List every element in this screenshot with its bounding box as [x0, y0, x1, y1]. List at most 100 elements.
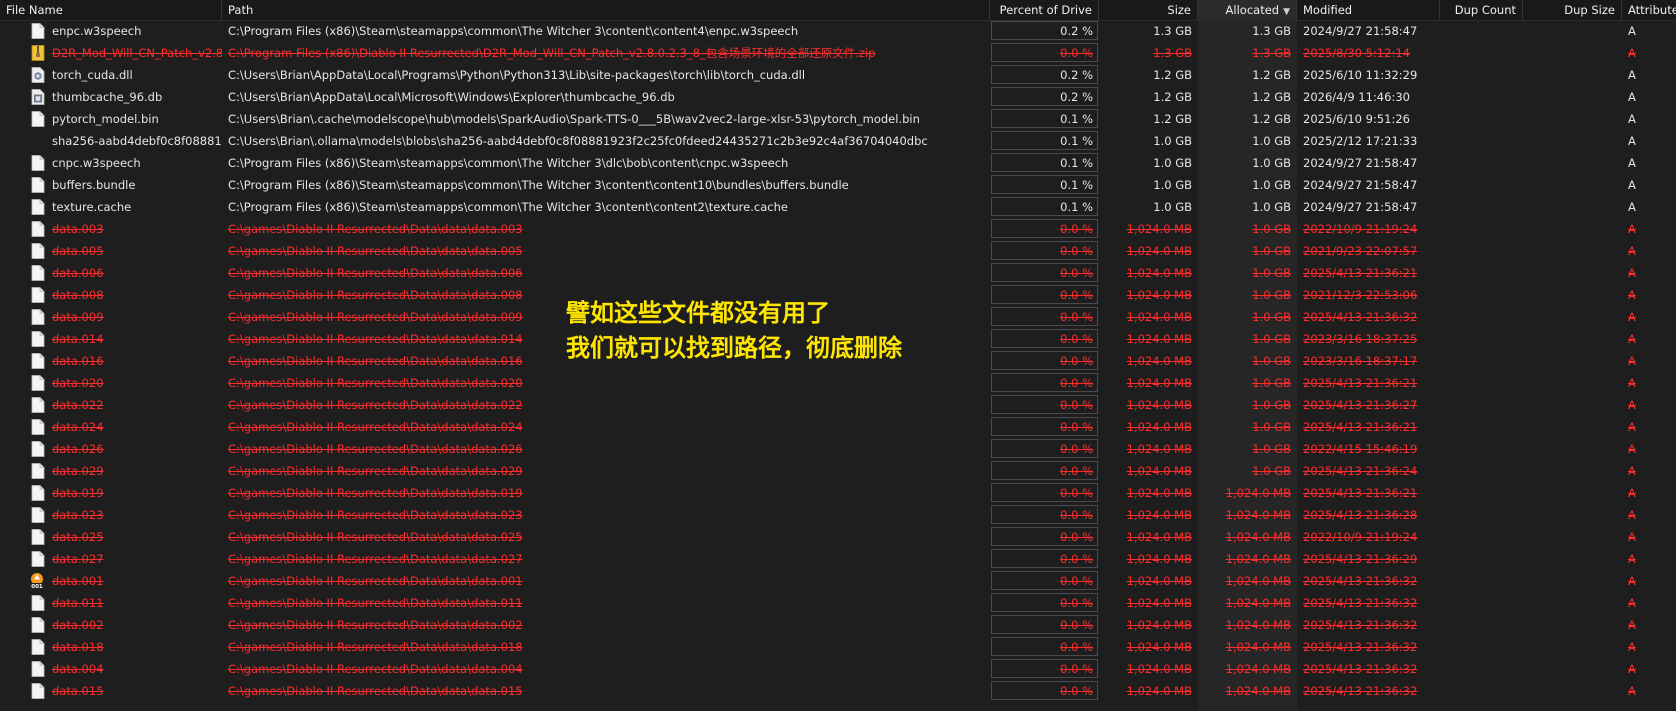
table-row[interactable]: data.008 C:\games\Diablo II Resurrected\D… [0, 284, 1676, 306]
cell-path: C:\Users\Brian\.cache\modelscope\hub\mod… [228, 112, 920, 126]
table-row[interactable]: sha256-aabd4debf0c8f0888192 C:\Users\Bria… [0, 130, 1676, 152]
cell-path: C:\games\Diablo II Resurrected\Data\data… [228, 552, 523, 566]
cell-pct: 0.0 % [1060, 596, 1093, 610]
cell-attr: A [1628, 266, 1636, 280]
cell-attr: A [1628, 332, 1636, 346]
table-row[interactable]: data.022 C:\games\Diablo II Resurrected\D… [0, 394, 1676, 416]
cell-name: data.029 [52, 464, 104, 478]
cell-pct: 0.0 % [1060, 684, 1093, 698]
cell-modified: 2025/4/13 21:36:32 [1303, 640, 1418, 654]
table-row[interactable]: pytorch_model.bin C:\Users\Brian\.cache\m… [0, 108, 1676, 130]
table-row[interactable]: data.003 C:\games\Diablo II Resurrected\D… [0, 218, 1676, 240]
column-header-file-name[interactable]: File Name [0, 0, 222, 20]
table-row[interactable]: D2R_Mod_Will_CN_Patch_v2.8. C:\Program Fi… [0, 42, 1676, 64]
cell-attr: A [1628, 486, 1636, 500]
column-header-path[interactable]: Path [222, 0, 990, 20]
cell-pct: 0.1 % [1060, 178, 1093, 192]
table-row[interactable]: 001 data.001 C:\games\Diablo II Resurrecte… [0, 570, 1676, 592]
cell-size: 1.2 GB [1153, 112, 1192, 126]
cell-pct: 0.0 % [1060, 46, 1093, 60]
file-icon [31, 23, 45, 39]
cell-pct: 0.0 % [1060, 442, 1093, 456]
cell-size: 1,024.0 MB [1126, 640, 1192, 654]
cell-attr: A [1628, 420, 1636, 434]
cell-name: data.001 [52, 574, 104, 588]
cell-modified: 2025/4/13 21:36:27 [1303, 398, 1418, 412]
file-icon [31, 111, 45, 127]
column-header-allocated[interactable]: Allocated ▼ [1198, 0, 1297, 20]
column-header-dup-count[interactable]: Dup Count [1440, 0, 1523, 20]
table-row[interactable]: data.006 C:\games\Diablo II Resurrected\D… [0, 262, 1676, 284]
cell-path: C:\Program Files (x86)\Steam\steamapps\c… [228, 156, 789, 170]
table-row[interactable]: data.004 C:\games\Diablo II Resurrected\D… [0, 658, 1676, 680]
table-row[interactable]: data.019 C:\games\Diablo II Resurrected\D… [0, 482, 1676, 504]
cell-modified: 2024/9/27 21:58:47 [1303, 156, 1418, 170]
cell-attr: A [1628, 464, 1636, 478]
cell-pct: 0.0 % [1060, 244, 1093, 258]
cell-size: 1,024.0 MB [1126, 552, 1192, 566]
header-label: Modified [1303, 3, 1353, 17]
cell-name: data.009 [52, 310, 104, 324]
cell-name: data.003 [52, 222, 104, 236]
cell-pct: 0.0 % [1060, 574, 1093, 588]
table-row[interactable]: data.027 C:\games\Diablo II Resurrected\D… [0, 548, 1676, 570]
column-header-dup-size[interactable]: Dup Size [1523, 0, 1622, 20]
cell-pct: 0.0 % [1060, 420, 1093, 434]
cell-alloc: 1.0 GB [1252, 156, 1291, 170]
table-row[interactable]: data.002 C:\games\Diablo II Resurrected\D… [0, 614, 1676, 636]
table-row[interactable]: data.024 C:\games\Diablo II Resurrected\D… [0, 416, 1676, 438]
cell-modified: 2025/4/13 21:36:32 [1303, 574, 1418, 588]
cell-pct: 0.1 % [1060, 112, 1093, 126]
cell-alloc: 1,024.0 MB [1225, 486, 1291, 500]
column-header-size[interactable]: Size [1099, 0, 1198, 20]
table-row[interactable]: buffers.bundle C:\Program Files (x86)\Ste… [0, 174, 1676, 196]
cell-name: texture.cache [52, 200, 132, 214]
column-header-percent-of-drive[interactable]: Percent of Drive [990, 0, 1099, 20]
cell-pct: 0.2 % [1060, 68, 1093, 82]
cell-path: C:\games\Diablo II Resurrected\Data\data… [228, 244, 523, 258]
cell-modified: 2025/4/13 21:36:32 [1303, 662, 1418, 676]
file-icon [31, 287, 45, 303]
table-row[interactable]: texture.cache C:\Program Files (x86)\Stea… [0, 196, 1676, 218]
cell-path: C:\games\Diablo II Resurrected\Data\data… [228, 442, 523, 456]
cell-pct: 0.0 % [1060, 640, 1093, 654]
cell-attr: A [1628, 200, 1636, 214]
cell-alloc: 1.3 GB [1252, 24, 1291, 38]
cell-name: D2R_Mod_Will_CN_Patch_v2.8. [52, 46, 222, 60]
table-row[interactable]: data.020 C:\games\Diablo II Resurrected\D… [0, 372, 1676, 394]
cell-size: 1,024.0 MB [1126, 244, 1192, 258]
table-row[interactable]: data.015 C:\games\Diablo II Resurrected\D… [0, 680, 1676, 702]
file-icon [31, 683, 45, 699]
cell-attr: A [1628, 24, 1636, 38]
cell-modified: 2021/12/3 22:53:06 [1303, 288, 1418, 302]
cell-path: C:\games\Diablo II Resurrected\Data\data… [228, 596, 523, 610]
table-row[interactable]: thumbcache_96.db C:\Users\Brian\AppData\L… [0, 86, 1676, 108]
cell-path: C:\games\Diablo II Resurrected\Data\data… [228, 508, 523, 522]
table-row[interactable]: torch_cuda.dll C:\Users\Brian\AppData\Loc… [0, 64, 1676, 86]
cell-path: C:\games\Diablo II Resurrected\Data\data… [228, 662, 523, 676]
cell-path: C:\Users\Brian\.ollama\models\blobs\sha2… [228, 134, 928, 148]
table-row[interactable]: cnpc.w3speech C:\Program Files (x86)\Stea… [0, 152, 1676, 174]
cell-alloc: 1,024.0 MB [1225, 596, 1291, 610]
table-row[interactable]: data.026 C:\games\Diablo II Resurrected\D… [0, 438, 1676, 460]
cell-name: data.024 [52, 420, 104, 434]
table-row[interactable]: data.023 C:\games\Diablo II Resurrected\D… [0, 504, 1676, 526]
cell-modified: 2022/10/9 21:19:24 [1303, 530, 1418, 544]
table-row[interactable]: data.025 C:\games\Diablo II Resurrected\D… [0, 526, 1676, 548]
table-row[interactable]: enpc.w3speech C:\Program Files (x86)\Stea… [0, 20, 1676, 42]
table-row[interactable]: data.029 C:\games\Diablo II Resurrected\D… [0, 460, 1676, 482]
table-row[interactable]: data.011 C:\games\Diablo II Resurrected\D… [0, 592, 1676, 614]
column-header-modified[interactable]: Modified [1297, 0, 1440, 20]
cell-name: data.014 [52, 332, 104, 346]
cell-path: C:\Program Files (x86)\Diablo II Resurre… [228, 46, 876, 60]
cell-pct: 0.0 % [1060, 398, 1093, 412]
cell-path: C:\Users\Brian\AppData\Local\Programs\Py… [228, 68, 806, 82]
table-row[interactable]: data.009 C:\games\Diablo II Resurrected\D… [0, 306, 1676, 328]
column-header-attributes[interactable]: Attributes [1622, 0, 1676, 20]
cell-attr: A [1628, 684, 1636, 698]
table-row[interactable]: data.018 C:\games\Diablo II Resurrected\D… [0, 636, 1676, 658]
cell-size: 1,024.0 MB [1126, 266, 1192, 280]
cell-size: 1,024.0 MB [1126, 574, 1192, 588]
cell-attr: A [1628, 156, 1636, 170]
table-row[interactable]: data.005 C:\games\Diablo II Resurrected\D… [0, 240, 1676, 262]
